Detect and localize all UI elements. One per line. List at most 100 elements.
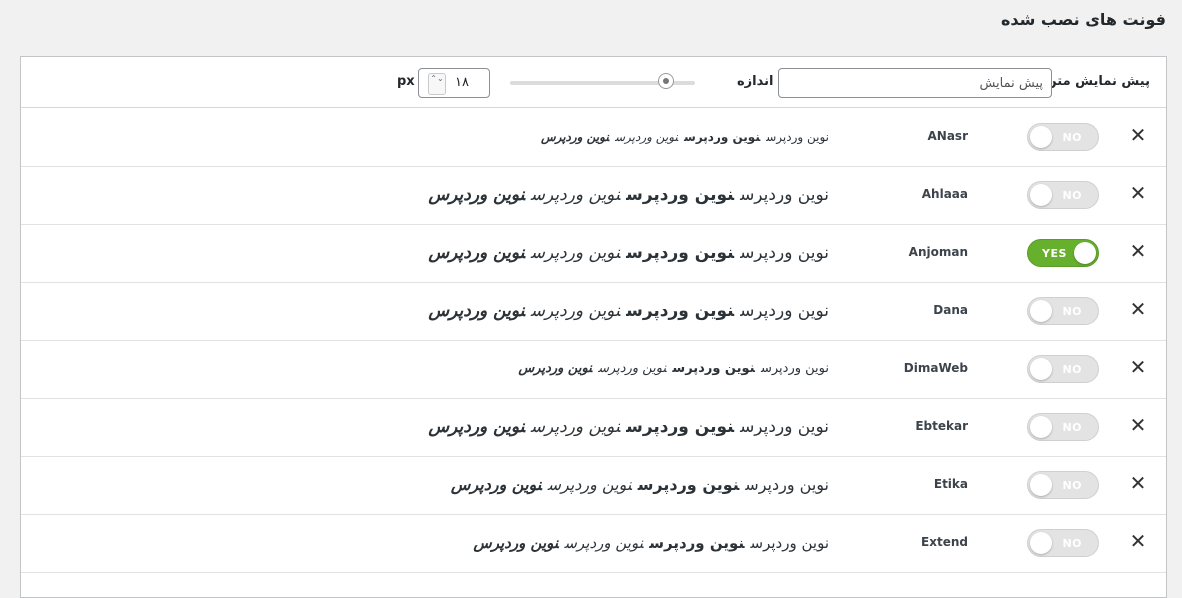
sample-text-variant: نوین وردپرس [428,301,525,321]
preview-text-label: پیش نمایش متن [1045,74,1150,89]
sample-text-variant: نوین وردپرس [626,417,735,437]
font-sample-preview: نوین وردپرس نوین وردپرس نوین وردپرس نوین ور… [467,514,829,572]
sample-text-variant: نوین وردپرس [740,417,829,437]
font-sample-preview: نوین وردپرسنوین وردپرسنوین وردپرسنوین ور… [422,398,829,456]
font-row: ANasr نوین وردپرسنوین وردپرسنوین وردپرسنو… [21,108,1166,167]
sample-text-variant: نوین وردپرس [518,361,593,376]
sample-text-variant: نوین وردپرس [766,130,829,144]
remove-font-icon[interactable]: ✕ [1128,355,1148,379]
font-sample-preview: نوین وردپرسنوین وردپرسنوین وردپرسنوین ور… [422,166,829,224]
font-row: Ahlaaa نوین وردپرسنوین وردپرسنوین وردپرسن… [21,166,1166,225]
toggle-state-label: YES [1042,247,1067,260]
sample-text-variant: نوین وردپرس [649,534,745,552]
sample-text-variant: نوین وردپرس [530,243,621,263]
font-name: Ebtekar [915,419,968,433]
sample-text-variant: نوین وردپرس [598,361,667,376]
stepper-arrows-icon: ⌃⌄ [430,74,444,83]
toggle-knob [1030,416,1052,438]
sample-text-variant: نوین وردپرس [626,301,735,321]
installed-fonts-panel: پیش نمایش متن اندازه ⌃⌄ ۱۸ px ANasr نوین … [20,56,1167,598]
toggle-state-label: NO [1062,305,1082,318]
remove-font-icon[interactable]: ✕ [1128,413,1148,437]
font-name: ANasr [927,129,969,143]
sample-text-variant: نوین وردپرس [530,185,621,205]
font-enable-toggle[interactable]: NO [1027,471,1099,499]
font-enable-toggle[interactable]: NO [1027,297,1099,325]
sample-text-variant: نوین وردپرس [637,475,740,494]
toggle-knob [1030,300,1052,322]
toggle-state-label: NO [1062,363,1082,376]
preview-text-input[interactable] [778,68,1052,98]
remove-font-icon[interactable]: ✕ [1128,123,1148,147]
font-row: Dana نوین وردپرسنوین وردپرسنوین وردپرسنوی… [21,282,1166,341]
font-name: Anjoman [908,245,968,259]
toggle-knob [1074,242,1096,264]
sample-text-variant: نوین وردپرس [672,361,755,376]
toggle-knob [1030,184,1052,206]
sample-text-variant: نوین وردپرس [760,361,829,376]
font-name: DimaWeb [903,361,968,375]
font-sample-preview: نوین وردپرس نوین وردپرس نوین وردپرس نوین ور… [445,456,829,514]
size-number-input[interactable]: ⌃⌄ ۱۸ [418,68,490,98]
font-row: Extend نوین وردپرسنوین وردپرسنوین وردپرسن… [21,514,1166,573]
toggle-knob [1030,474,1052,496]
sample-text-variant: نوین وردپرس [750,534,829,552]
font-name: Etika [933,477,968,491]
sample-text-variant: نوین وردپرس [530,301,621,321]
sample-text-variant: نوین وردپرس [740,301,829,321]
font-row: Ebtekar نوین وردپرسنوین وردپرسنوین وردپرس… [21,398,1166,457]
sample-text-variant: نوین وردپرس [740,243,829,263]
sample-text-variant: نوین وردپرس [428,417,525,437]
page-title: فونت های نصب شده [1000,10,1166,29]
font-name: Dana [933,303,968,317]
font-enable-toggle[interactable]: NO [1027,529,1099,557]
remove-font-icon[interactable]: ✕ [1128,471,1148,495]
sample-text-variant: نوین وردپرس [684,130,761,144]
toggle-knob [1030,532,1052,554]
size-unit: px [397,74,415,89]
remove-font-icon[interactable]: ✕ [1128,529,1148,553]
sample-text-variant: نوین وردپرس [740,185,829,205]
size-stepper[interactable]: ⌃⌄ [428,73,446,95]
size-slider-thumb[interactable] [658,73,674,89]
font-name: Ahlaaa [921,187,968,201]
sample-text-variant: نوین وردپرس [428,185,525,205]
sample-text-variant: نوین وردپرس [564,534,644,552]
toggle-state-label: NO [1062,189,1082,202]
font-sample-preview: نوین وردپرسنوین وردپرسنوین وردپرسنوین ور… [422,224,829,282]
sample-text-variant: نوین وردپرس [473,534,559,552]
size-label: اندازه [737,74,774,89]
sample-text-variant: نوین وردپرس [540,130,609,144]
font-sample-preview: نوین وردپرسنوین وردپرسنوین وردپرسنوین ور… [422,282,829,340]
font-enable-toggle[interactable]: YES [1027,239,1099,267]
toggle-state-label: NO [1062,537,1082,550]
font-enable-toggle[interactable]: NO [1027,413,1099,441]
size-value: ۱۸ [455,75,469,90]
sample-text-variant: نوین وردپرس [626,243,735,263]
toggle-state-label: NO [1062,421,1082,434]
toggle-knob [1030,358,1052,380]
font-name: Extend [921,535,968,549]
remove-font-icon[interactable]: ✕ [1128,239,1148,263]
font-sample-preview: نوین وردپرس نوین وردپرس نوین وردپرس نوین ور… [512,340,829,398]
sample-text-variant: نوین وردپرس [530,417,621,437]
toggle-state-label: NO [1062,131,1082,144]
sample-text-variant: نوین وردپرس [428,243,525,263]
font-enable-toggle[interactable]: NO [1027,355,1099,383]
toggle-knob [1030,126,1052,148]
remove-font-icon[interactable]: ✕ [1128,181,1148,205]
font-enable-toggle[interactable]: NO [1027,123,1099,151]
toggle-state-label: NO [1062,479,1082,492]
sample-text-variant: نوین وردپرس [450,475,542,494]
sample-text-variant: نوین وردپرس [626,185,735,205]
font-row: Etika نوین وردپرسنوین وردپرسنوین وردپرسنو… [21,456,1166,515]
sample-text-variant: نوین وردپرس [745,475,829,494]
remove-font-icon[interactable]: ✕ [1128,297,1148,321]
sample-text-variant: نوین وردپرس [547,475,632,494]
font-sample-preview: نوین وردپرس نوین وردپرس نوین وردپرس نوین ور… [535,108,829,166]
font-row: Anjoman نوین وردپرسنوین وردپرسنوین وردپرس… [21,224,1166,283]
font-row: DimaWeb نوین وردپرسنوین وردپرسنوین وردپرس… [21,340,1166,399]
font-enable-toggle[interactable]: NO [1027,181,1099,209]
preview-toolbar: پیش نمایش متن اندازه ⌃⌄ ۱۸ px [21,57,1166,108]
sample-text-variant: نوین وردپرس [614,130,679,144]
